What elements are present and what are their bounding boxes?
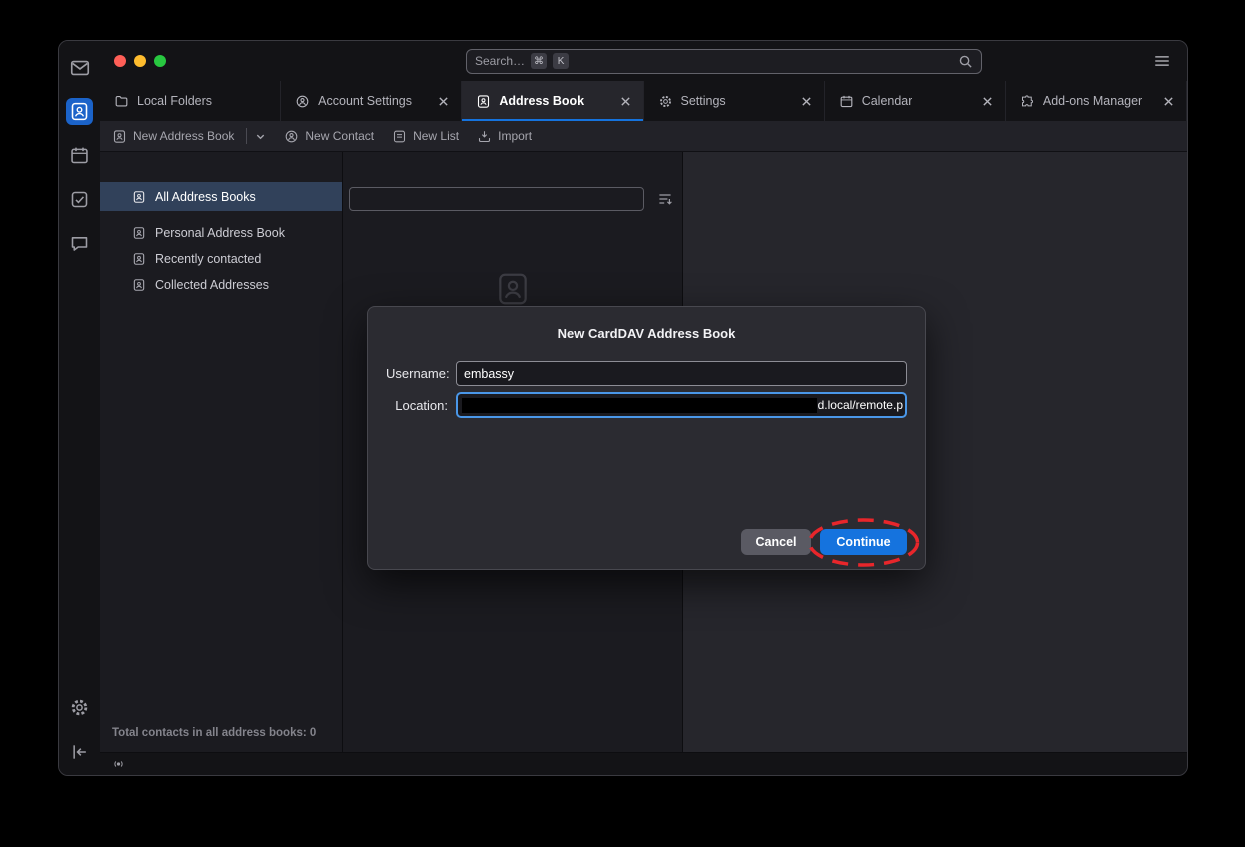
address-book-icon — [132, 226, 146, 240]
redaction-bar — [462, 398, 817, 413]
tab-addons-manager[interactable]: Add-ons Manager — [1006, 81, 1187, 121]
spaces-rail — [59, 41, 100, 775]
global-search-field[interactable]: Search… ⌘ K — [466, 49, 982, 74]
folder-icon — [114, 94, 129, 109]
sidebar-item-collected-addresses[interactable]: Collected Addresses — [100, 272, 342, 298]
address-book-space-icon[interactable] — [66, 98, 93, 125]
account-icon — [295, 94, 310, 109]
settings-gear-icon[interactable] — [66, 694, 93, 721]
book-label: Recently contacted — [155, 252, 261, 266]
tab-label: Settings — [681, 94, 726, 108]
search-icon — [958, 54, 973, 69]
address-books-pane: All Address Books Personal Address Book … — [100, 152, 343, 752]
calendar-space-icon[interactable] — [66, 142, 93, 169]
address-book-icon — [132, 190, 146, 204]
gear-icon — [658, 94, 673, 109]
mail-space-icon[interactable] — [66, 54, 93, 81]
tab-label: Add-ons Manager — [1043, 94, 1142, 108]
dialog-title: New CardDAV Address Book — [386, 326, 907, 341]
book-label: Personal Address Book — [155, 226, 285, 240]
close-window-button[interactable] — [114, 55, 126, 67]
address-book-icon — [476, 94, 491, 109]
username-input[interactable] — [456, 361, 907, 386]
new-list-label: New List — [413, 129, 459, 143]
tab-close-icon[interactable] — [799, 94, 814, 109]
sidebar-item-personal-address-book[interactable]: Personal Address Book — [100, 220, 342, 246]
app-menu-icon[interactable] — [1153, 52, 1171, 70]
tab-settings[interactable]: Settings — [644, 81, 825, 121]
total-contacts-status: Total contacts in all address books: 0 — [100, 717, 342, 752]
tab-bar: Local Folders Account Settings Address B… — [100, 81, 1187, 121]
import-button[interactable]: Import — [477, 129, 532, 144]
location-visible-text: d.local/remote.p — [818, 398, 903, 412]
new-address-book-button[interactable]: New Address Book — [112, 128, 266, 144]
tab-address-book[interactable]: Address Book — [462, 81, 643, 121]
calendar-icon — [839, 94, 854, 109]
split-button-divider — [246, 128, 247, 144]
window-controls — [114, 55, 166, 67]
tab-close-icon[interactable] — [980, 94, 995, 109]
address-book-icon — [132, 252, 146, 266]
sidebar-item-all-address-books[interactable]: All Address Books — [100, 182, 342, 211]
puzzle-icon — [1020, 94, 1035, 109]
book-label: Collected Addresses — [155, 278, 269, 292]
tab-label: Address Book — [499, 94, 584, 108]
dialog-buttons: Cancel Continue — [386, 529, 907, 555]
address-book-icon — [132, 278, 146, 292]
new-contact-button[interactable]: New Contact — [284, 129, 374, 144]
continue-button[interactable]: Continue — [820, 529, 907, 555]
location-label: Location: — [386, 398, 448, 413]
collapse-rail-icon[interactable] — [66, 738, 93, 765]
k-key-badge: K — [553, 53, 569, 69]
tab-calendar[interactable]: Calendar — [825, 81, 1006, 121]
continue-button-wrap: Continue — [820, 529, 907, 555]
location-row: Location: d.local/remote.p — [386, 392, 907, 418]
tab-label: Local Folders — [137, 94, 212, 108]
new-contact-label: New Contact — [305, 129, 374, 143]
titlebar: Search… ⌘ K — [100, 41, 1187, 81]
tab-close-icon[interactable] — [618, 94, 633, 109]
new-carddav-dialog: New CardDAV Address Book Username: Locat… — [367, 306, 926, 570]
tab-account-settings[interactable]: Account Settings — [281, 81, 462, 121]
sidebar-item-recently-contacted[interactable]: Recently contacted — [100, 246, 342, 272]
contacts-search-input[interactable] — [349, 187, 644, 211]
tasks-space-icon[interactable] — [66, 186, 93, 213]
address-book-toolbar: New Address Book New Contact New List Im… — [100, 121, 1187, 152]
address-book-icon — [112, 129, 127, 144]
chevron-down-icon[interactable] — [255, 131, 266, 142]
import-label: Import — [498, 129, 532, 143]
new-contact-icon — [284, 129, 299, 144]
book-label: All Address Books — [155, 190, 256, 204]
minimize-window-button[interactable] — [134, 55, 146, 67]
app-window: Search… ⌘ K Local Folders Account Settin… — [58, 40, 1188, 776]
import-icon — [477, 129, 492, 144]
address-book-watermark-icon — [494, 270, 532, 308]
status-bar — [100, 752, 1187, 775]
display-options-icon[interactable] — [657, 191, 673, 207]
search-placeholder: Search… — [475, 54, 525, 68]
network-activity-icon — [110, 757, 127, 771]
new-list-button[interactable]: New List — [392, 129, 459, 144]
tab-local-folders[interactable]: Local Folders — [100, 81, 281, 121]
cancel-button[interactable]: Cancel — [741, 529, 811, 555]
cmd-key-badge: ⌘ — [531, 53, 547, 69]
tab-close-icon[interactable] — [1161, 94, 1176, 109]
tab-label: Account Settings — [318, 94, 412, 108]
tab-close-icon[interactable] — [436, 94, 451, 109]
zoom-window-button[interactable] — [154, 55, 166, 67]
username-label: Username: — [386, 366, 448, 381]
new-address-book-label: New Address Book — [133, 129, 234, 143]
new-list-icon — [392, 129, 407, 144]
tab-label: Calendar — [862, 94, 913, 108]
chat-space-icon[interactable] — [66, 230, 93, 257]
username-row: Username: — [386, 361, 907, 386]
contacts-search-row — [343, 187, 682, 211]
location-input[interactable]: d.local/remote.p — [456, 392, 907, 418]
